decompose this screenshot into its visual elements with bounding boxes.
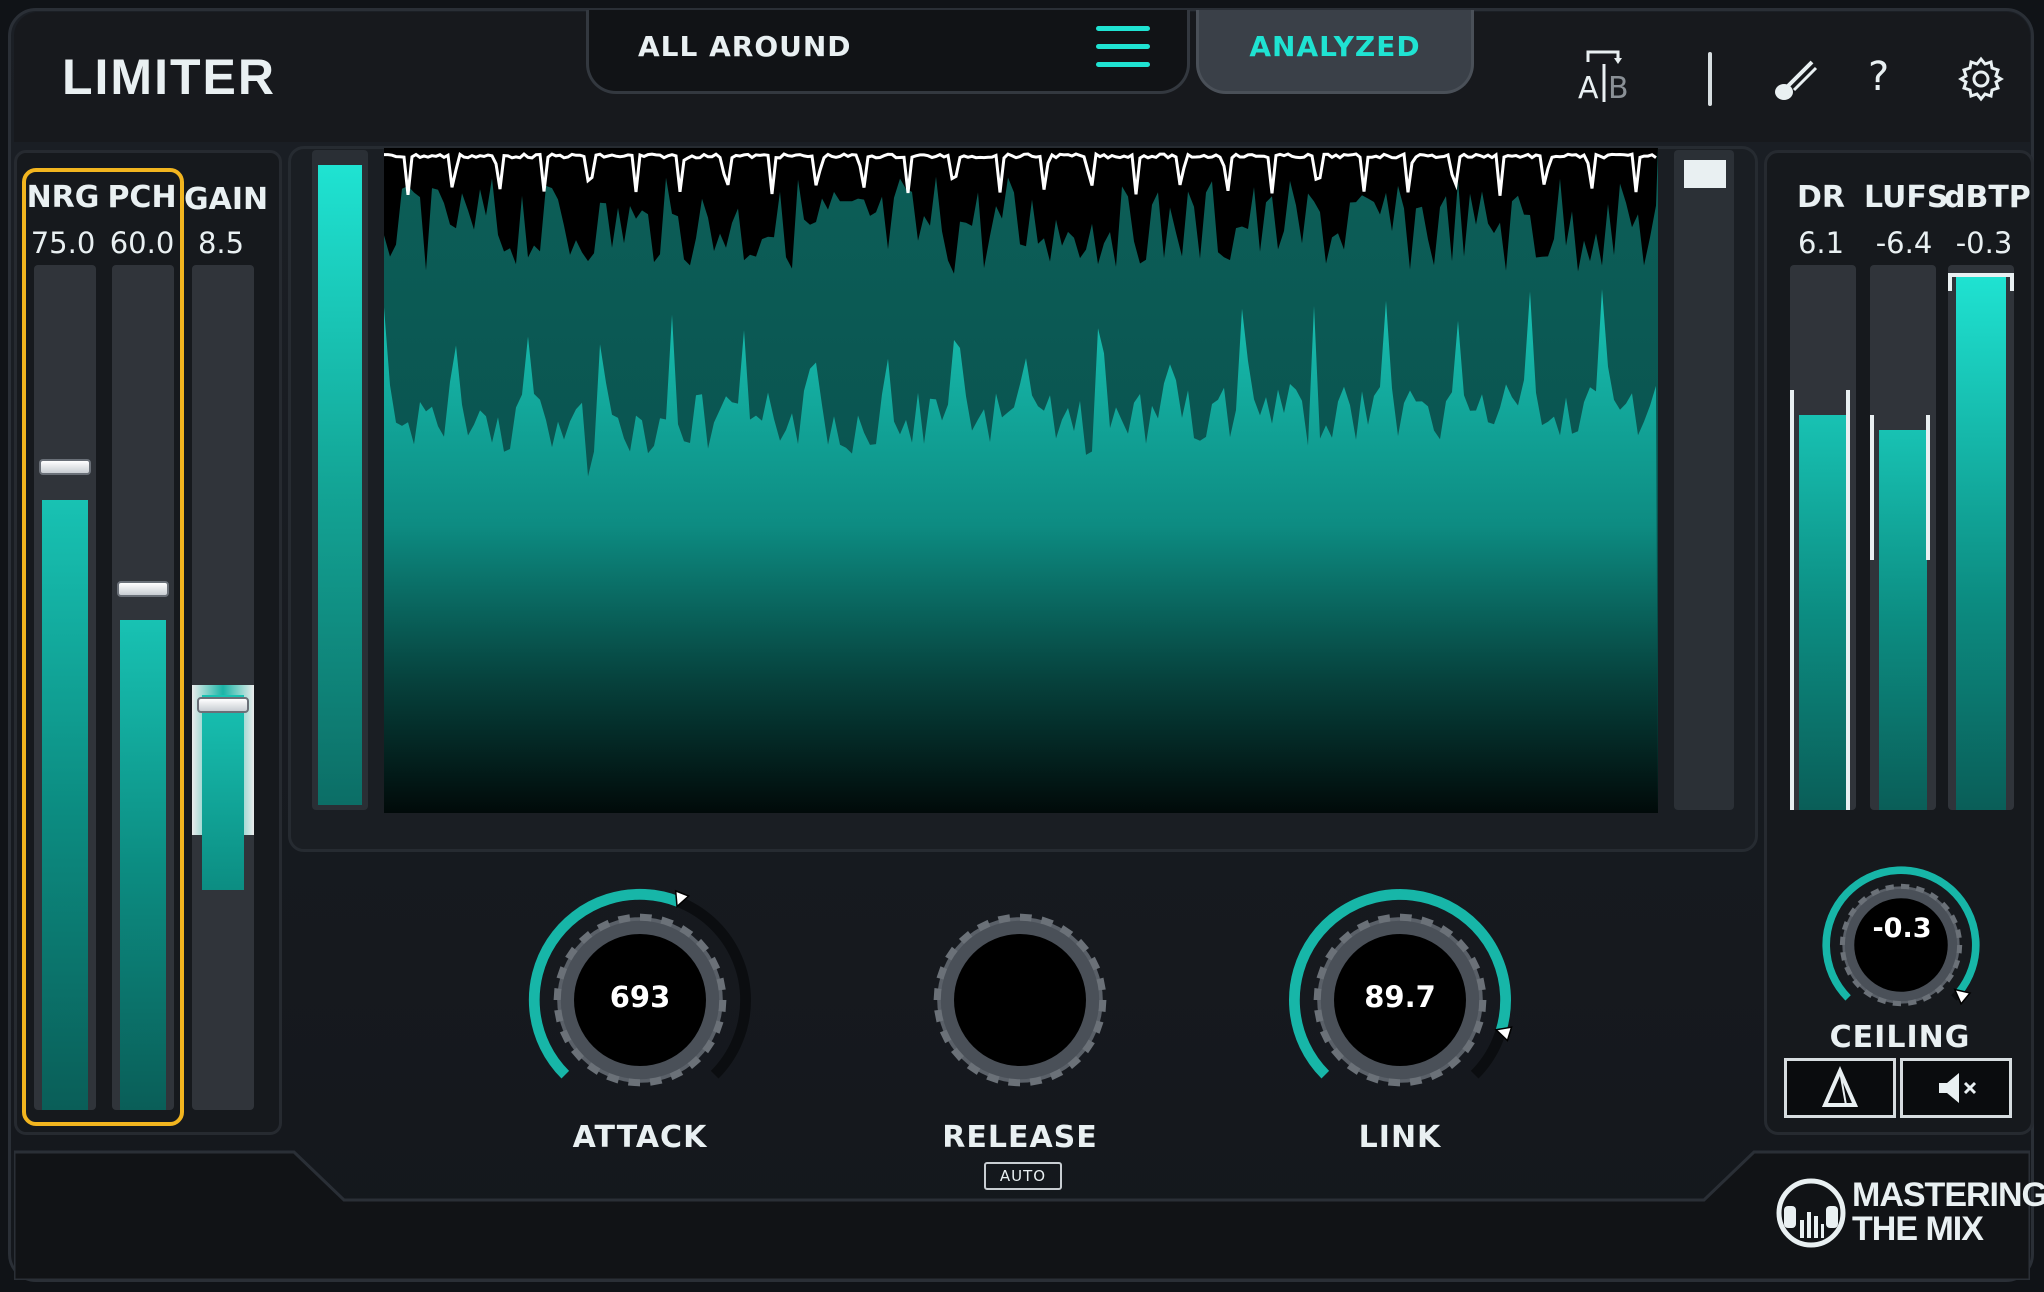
preset-name[interactable]: ALL AROUND xyxy=(638,30,852,63)
dbtp-peak-bracket xyxy=(1948,273,2014,291)
nrg-label: NRG xyxy=(26,180,100,215)
pch-slider[interactable] xyxy=(112,265,174,1110)
lufs-meter xyxy=(1870,265,1936,810)
analyzed-label[interactable]: ANALYZED xyxy=(1196,30,1474,63)
logo-line-1: MASTERING xyxy=(1852,1176,2044,1214)
gain-reduction-meter xyxy=(1674,150,1734,810)
help-icon[interactable]: ? xyxy=(1868,54,1889,100)
dbtp-meter xyxy=(1948,265,2014,810)
mastering-the-mix-logo: MASTERING THE MIX xyxy=(1852,1178,2044,1246)
ceiling-label: CEILING xyxy=(1829,1020,1971,1055)
gain-handle[interactable] xyxy=(197,697,249,713)
attack-value: 693 xyxy=(609,980,671,1014)
pch-value: 60.0 xyxy=(109,226,175,260)
dbtp-label: dBTP xyxy=(1944,180,2031,215)
ceiling-knob[interactable] xyxy=(1816,860,1986,1030)
waveform-svg xyxy=(382,148,1658,813)
ceiling-value: -0.3 xyxy=(1872,913,1932,944)
dr-range-bracket xyxy=(1790,390,1850,810)
plugin-title: LIMITER xyxy=(62,49,276,105)
svg-text:B: B xyxy=(1608,71,1629,104)
input-meter-fill xyxy=(318,165,362,805)
gain-label: GAIN xyxy=(184,182,269,217)
dbtp-value: -0.3 xyxy=(1955,226,2013,260)
logo-line-2: THE MIX xyxy=(1852,1210,1984,1248)
nrg-slider[interactable] xyxy=(34,265,96,1110)
lufs-label: LUFS xyxy=(1864,180,1949,215)
nrg-fill xyxy=(42,500,88,1110)
dr-meter xyxy=(1790,265,1856,810)
dbtp-fill xyxy=(1956,275,2006,810)
ceiling-buttons xyxy=(1780,1058,2020,1124)
pch-fill xyxy=(120,620,166,1110)
link-value: 89.7 xyxy=(1364,980,1436,1014)
gain-fill xyxy=(202,695,244,890)
gain-slider[interactable] xyxy=(192,265,254,1110)
nrg-value: 75.0 xyxy=(30,226,96,260)
brush-icon[interactable] xyxy=(1770,56,1820,106)
gain-reduction-indicator xyxy=(1684,160,1726,188)
lufs-value: -6.4 xyxy=(1875,226,1933,260)
pch-label: PCH xyxy=(107,180,177,215)
waveform-display xyxy=(382,148,1658,813)
limiter-plugin-window: LIMITER ALL AROUND ANALYZED A B ? NRG 75… xyxy=(0,0,2044,1292)
mute-icon xyxy=(1939,1073,1977,1103)
bottom-bar xyxy=(14,1150,2030,1280)
release-knob[interactable] xyxy=(900,880,1140,1120)
ab-compare-icon[interactable]: A B xyxy=(1574,48,1634,106)
svg-text:A: A xyxy=(1578,71,1599,104)
pch-handle[interactable] xyxy=(117,581,169,597)
gain-value: 8.5 xyxy=(197,226,245,260)
menu-icon[interactable] xyxy=(1096,26,1150,68)
lufs-range-bracket xyxy=(1870,415,1930,560)
nrg-handle[interactable] xyxy=(39,459,91,475)
gear-icon[interactable] xyxy=(1958,56,2004,102)
mastering-the-mix-logo-icon xyxy=(1774,1176,1848,1250)
mute-button[interactable] xyxy=(1900,1058,2012,1118)
delta-button[interactable] xyxy=(1784,1058,1896,1118)
toolbar-divider xyxy=(1708,52,1712,106)
delta-icon xyxy=(1821,1066,1859,1107)
dr-value: 6.1 xyxy=(1797,226,1845,260)
dr-label: DR xyxy=(1796,180,1845,215)
